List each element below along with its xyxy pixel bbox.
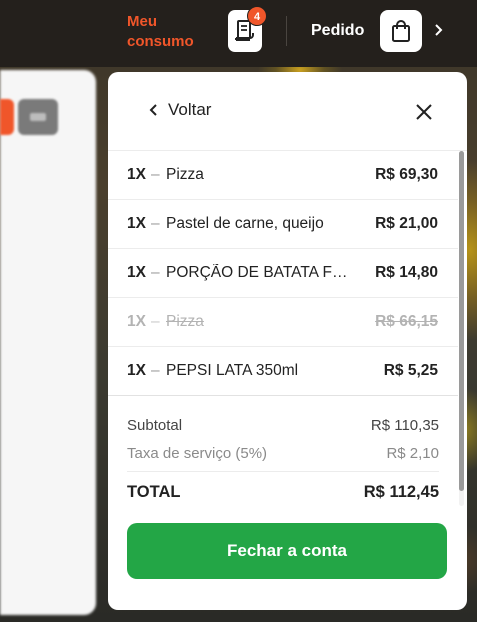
order-summary-modal: Voltar 1X – Pizza R$ 69,30 1X – Pastel d… [108, 72, 467, 610]
item-name: PORÇÃO DE BATATA FRITA [166, 264, 358, 281]
service-tax-value: R$ 2,10 [386, 444, 439, 462]
item-separator: – [151, 166, 160, 183]
back-button[interactable]: Voltar [148, 100, 211, 120]
modal-header: Voltar [108, 72, 467, 151]
order-items-list: 1X – Pizza R$ 69,30 1X – Pastel de carne… [108, 151, 458, 396]
item-price: R$ 21,00 [375, 215, 438, 232]
list-item: 1X – Pastel de carne, queijo R$ 21,00 [108, 200, 458, 249]
chevron-right-icon[interactable] [434, 22, 444, 41]
background-menu-panel [0, 70, 96, 615]
item-price: R$ 5,25 [383, 362, 438, 379]
my-consumption-label-line1: Meu [127, 13, 157, 30]
total-label: TOTAL [127, 482, 181, 501]
items-scrollbar[interactable] [459, 151, 464, 506]
service-tax-label: Taxa de serviço (5%) [127, 444, 268, 462]
total-row: TOTAL R$ 112,45 [127, 476, 439, 508]
item-quantity: 1X [127, 264, 146, 281]
list-item-cancelled: 1X – Pizza R$ 66,15 [108, 298, 458, 347]
item-price: R$ 14,80 [375, 264, 438, 281]
scrollbar-thumb[interactable] [459, 151, 464, 491]
item-price: R$ 69,30 [375, 166, 438, 183]
item-name: Pizza [166, 313, 204, 330]
item-separator: – [151, 313, 160, 330]
header-divider [286, 16, 287, 46]
back-button-label: Voltar [168, 100, 212, 119]
item-name: Pastel de carne, queijo [166, 215, 324, 232]
list-item: 1X – PEPSI LATA 350ml R$ 5,25 [108, 347, 458, 396]
subtotal-value: R$ 110,35 [370, 416, 439, 434]
item-separator: – [151, 362, 160, 379]
service-tax-row: Taxa de serviço (5%) R$ 2,10 [127, 439, 439, 467]
totals-divider [127, 471, 439, 472]
my-consumption-link[interactable]: Meu consumo [127, 12, 194, 52]
close-icon[interactable] [412, 100, 436, 124]
item-name: Pizza [166, 166, 204, 183]
item-quantity: 1X [127, 362, 146, 379]
chevron-left-icon [149, 104, 157, 116]
item-quantity: 1X [127, 215, 146, 232]
item-separator: – [151, 264, 160, 281]
subtotal-row: Subtotal R$ 110,35 [127, 411, 439, 439]
consumption-count-badge: 4 [247, 6, 267, 26]
close-bill-button[interactable]: Fechar a conta [127, 523, 447, 579]
subtotal-label: Subtotal [127, 416, 183, 434]
list-item: 1X – Pizza R$ 69,30 [108, 151, 458, 200]
shopping-bag-icon [392, 20, 410, 42]
order-bag-button[interactable] [380, 10, 422, 52]
item-quantity: 1X [127, 313, 146, 330]
total-value: R$ 112,45 [363, 482, 439, 501]
item-quantity: 1X [127, 166, 146, 183]
item-price: R$ 66,15 [375, 313, 438, 330]
item-name: PEPSI LATA 350ml [166, 362, 299, 379]
my-consumption-label-line2: consumo [127, 33, 194, 50]
list-item: 1X – PORÇÃO DE BATATA FRITA R$ 14,80 [108, 249, 458, 298]
background-category-pill [0, 99, 14, 135]
background-grid-toggle [18, 99, 58, 135]
order-totals: Subtotal R$ 110,35 Taxa de serviço (5%) … [127, 411, 439, 508]
order-label[interactable]: Pedido [311, 22, 364, 40]
item-separator: – [151, 215, 160, 232]
